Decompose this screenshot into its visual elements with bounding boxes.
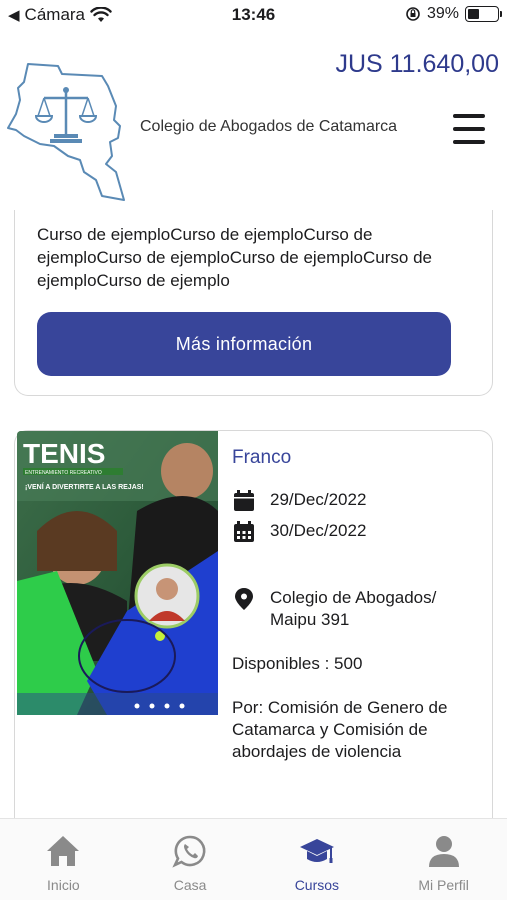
home-icon bbox=[47, 836, 80, 866]
menu-line bbox=[453, 114, 485, 118]
menu-line bbox=[453, 140, 485, 144]
course-teacher: Franco bbox=[232, 447, 292, 468]
more-info-button[interactable]: Más información bbox=[37, 312, 451, 376]
course-card: Curso de ejemploCurso de ejemploCurso de… bbox=[14, 210, 493, 396]
menu-line bbox=[453, 127, 485, 131]
tab-label: Casa bbox=[173, 877, 207, 893]
tab-label: Cursos bbox=[294, 877, 340, 893]
course-description: Curso de ejemploCurso de ejemploCurso de… bbox=[37, 225, 432, 290]
course-card[interactable]: TENIS ENTRENAMIENTO RECREATIVO ¡VENÍ A D… bbox=[14, 430, 493, 818]
tab-label: Mi Perfil bbox=[418, 877, 469, 893]
battery-icon bbox=[465, 6, 502, 22]
organizer: Por: Comisión de Genero de Catamarca y C… bbox=[232, 698, 448, 761]
start-date: 29/Dec/2022 bbox=[270, 490, 367, 509]
poster-tagline: ¡VENÍ A DIVERTIRTE A LAS REJAS! bbox=[25, 482, 144, 491]
app-header: JUS 11.640,00 Colegio de Abogados de Cat… bbox=[0, 30, 507, 210]
end-date-row: 30/Dec/2022 bbox=[232, 520, 366, 544]
calendar-grid-icon bbox=[234, 521, 254, 542]
course-poster-image: TENIS ENTRENAMIENTO RECREATIVO ¡VENÍ A D… bbox=[17, 431, 218, 715]
location-pin-icon bbox=[235, 588, 253, 610]
courses-list[interactable]: Curso de ejemploCurso de ejemploCurso de… bbox=[0, 210, 507, 818]
whatsapp-icon bbox=[172, 835, 206, 868]
org-name: Colegio de Abogados de Catamarca bbox=[140, 118, 398, 135]
start-date-row: 29/Dec/2022 bbox=[232, 489, 366, 513]
user-icon bbox=[428, 836, 459, 867]
jus-balance: JUS 11.640,00 bbox=[335, 50, 499, 78]
status-right: 39% bbox=[405, 5, 502, 23]
poster-title: TENIS bbox=[23, 438, 105, 469]
tab-mi-perfil[interactable]: Mi Perfil bbox=[380, 819, 507, 900]
poster-subtitle: ENTRENAMIENTO RECREATIVO bbox=[25, 470, 102, 476]
bottom-tab-bar: Inicio Casa Cursos Mi Perfil bbox=[0, 818, 507, 900]
colegio-logo-icon bbox=[7, 63, 125, 201]
orientation-lock-icon bbox=[406, 7, 420, 21]
tab-casa[interactable]: Casa bbox=[127, 819, 254, 900]
tab-label: Inicio bbox=[47, 877, 80, 893]
tab-cursos[interactable]: Cursos bbox=[254, 819, 381, 900]
hamburger-menu-button[interactable] bbox=[453, 114, 485, 144]
status-bar: ◀ Cámara 13:46 39% bbox=[0, 0, 507, 30]
end-date: 30/Dec/2022 bbox=[270, 521, 367, 540]
battery-fill bbox=[468, 9, 479, 19]
tab-inicio[interactable]: Inicio bbox=[0, 819, 127, 900]
location-row: Colegio de Abogados/ Maipu 391 bbox=[232, 587, 480, 631]
availability: Disponibles : 500 bbox=[232, 654, 363, 673]
graduation-cap-icon bbox=[299, 839, 334, 863]
location: Colegio de Abogados/ Maipu 391 bbox=[270, 588, 437, 629]
calendar-icon bbox=[234, 490, 254, 511]
battery-percent: 39% bbox=[426, 5, 459, 22]
